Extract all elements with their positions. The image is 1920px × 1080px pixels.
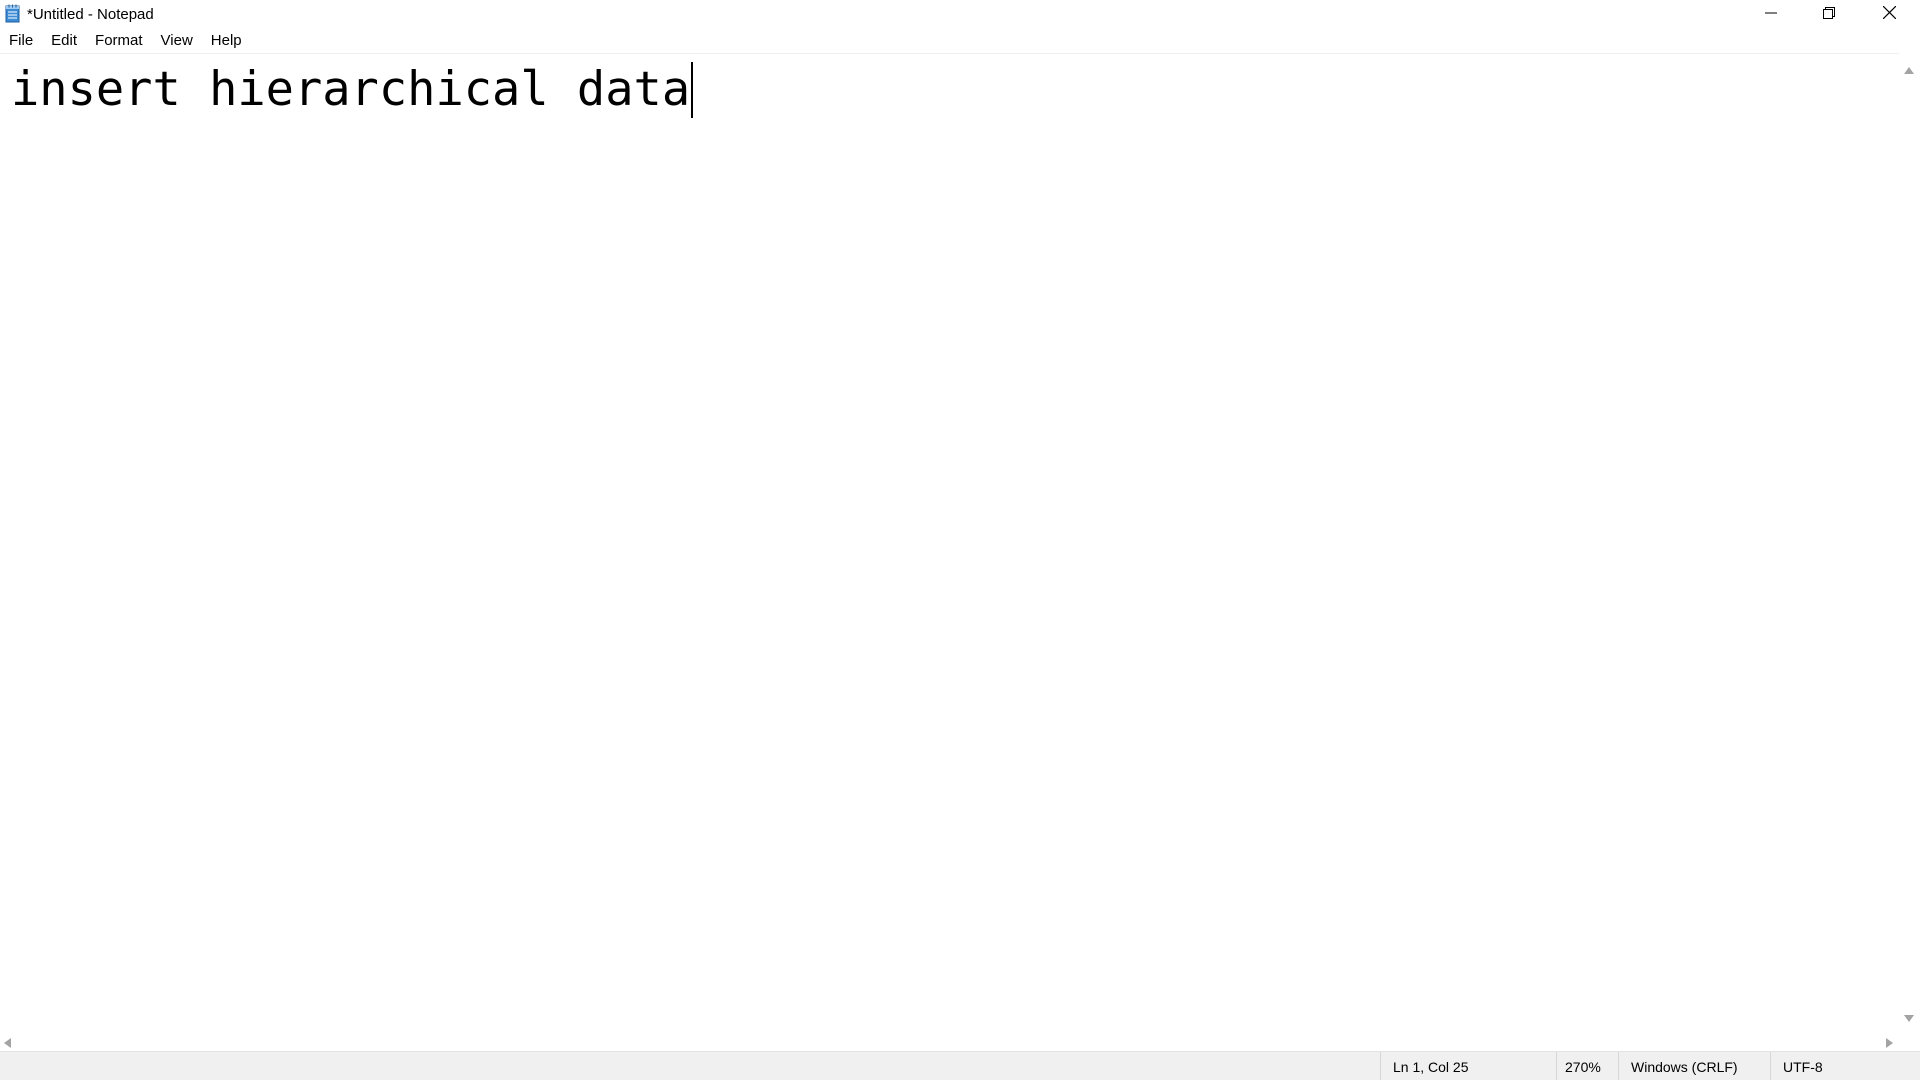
menu-help[interactable]: Help	[202, 31, 251, 51]
menu-view[interactable]: View	[152, 31, 202, 51]
notepad-window: *Untitled - Notepad File Edit Format Vie…	[0, 0, 1920, 1080]
close-icon	[1882, 5, 1896, 24]
window-title: *Untitled - Notepad	[27, 6, 154, 23]
cursor-position: Ln 1, Col 25	[1380, 1052, 1556, 1080]
menu-format[interactable]: Format	[86, 31, 152, 51]
close-button[interactable]	[1858, 0, 1920, 29]
scrollbar-corner	[1899, 1031, 1920, 1048]
notepad-icon	[5, 4, 20, 23]
title-bar[interactable]: *Untitled - Notepad	[0, 0, 1920, 29]
horizontal-scrollbar[interactable]	[0, 1031, 1899, 1048]
line-ending: Windows (CRLF)	[1618, 1052, 1770, 1080]
text-editor[interactable]: insert hierarchical data	[0, 53, 1899, 1032]
menu-edit[interactable]: Edit	[42, 31, 86, 51]
vertical-scrollbar[interactable]	[1899, 53, 1920, 1031]
restore-icon	[1823, 6, 1835, 24]
menu-file[interactable]: File	[0, 31, 42, 51]
scroll-up-arrow-icon[interactable]	[1904, 61, 1914, 79]
encoding: UTF-8	[1770, 1052, 1920, 1080]
editor-text: insert hierarchical data	[11, 62, 691, 117]
minimize-icon	[1765, 6, 1777, 24]
status-bar: Ln 1, Col 25 270% Windows (CRLF) UTF-8	[0, 1051, 1920, 1080]
restore-button[interactable]	[1800, 0, 1858, 29]
scroll-down-arrow-icon[interactable]	[1904, 1009, 1914, 1027]
editor-content-line: insert hierarchical data	[11, 60, 694, 120]
zoom-level: 270%	[1556, 1052, 1618, 1080]
minimize-button[interactable]	[1742, 0, 1800, 29]
text-caret	[691, 62, 694, 118]
menu-bar: File Edit Format View Help	[0, 29, 1920, 53]
